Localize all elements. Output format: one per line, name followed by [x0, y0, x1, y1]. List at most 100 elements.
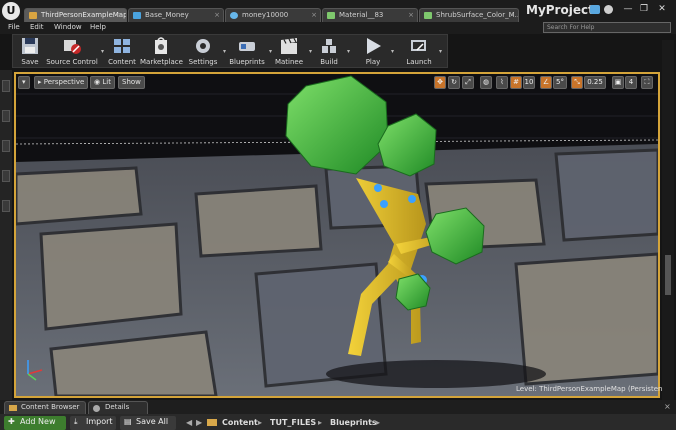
tab-blueprint[interactable]: Base_Money × [128, 8, 224, 22]
breadcrumb-content[interactable]: Content [222, 416, 258, 430]
button-label: Save [21, 58, 39, 66]
chevron-down-icon[interactable]: ▾ [223, 48, 226, 55]
play-icon [367, 38, 381, 54]
back-arrow-icon[interactable]: ◀ [186, 418, 192, 427]
folder-icon [207, 419, 217, 426]
rotation-snap-icon[interactable]: ∠ [540, 76, 552, 89]
mesh-icon [230, 12, 238, 19]
notification-icon[interactable] [590, 5, 600, 14]
grid-snap-value[interactable]: 10 [523, 76, 535, 89]
rotate-tool-icon[interactable]: ↻ [448, 76, 460, 89]
viewport-scene [16, 74, 658, 396]
matinee-button[interactable]: Matinee ▾ [272, 35, 312, 67]
close-icon[interactable]: × [509, 9, 515, 22]
show-button[interactable]: Show [118, 76, 145, 89]
forward-arrow-icon[interactable]: ▶ [196, 418, 202, 427]
chevron-down-icon[interactable]: ▾ [101, 48, 104, 55]
tab-label: ThirdPersonExampleMap [41, 11, 127, 19]
close-window-button[interactable]: ✕ [656, 3, 668, 15]
blueprints-button[interactable]: Blueprints ▾ [228, 35, 272, 67]
panel-tab-icon[interactable] [2, 200, 10, 212]
close-icon[interactable]: × [311, 9, 317, 22]
tab-details[interactable]: Details [88, 401, 148, 414]
panel-tab-icon[interactable] [2, 110, 10, 122]
close-icon[interactable]: × [214, 9, 220, 22]
launch-icon [411, 40, 426, 51]
breadcrumb-blueprints[interactable]: Blueprints [330, 416, 377, 430]
chevron-down-icon[interactable]: ▾ [309, 48, 312, 55]
lit-button[interactable]: ◉ Lit [90, 76, 115, 89]
save-all-button[interactable]: ▤ Save All [120, 416, 176, 430]
rotation-snap-value[interactable]: 5° [553, 76, 567, 89]
close-icon[interactable]: × [117, 9, 123, 22]
chevron-down-icon: ▾ [22, 78, 26, 86]
marketplace-button[interactable]: Marketplace [140, 35, 183, 67]
panel-tab-icon[interactable] [2, 80, 10, 92]
viewport-options-button[interactable]: ▾ [18, 76, 30, 89]
maximize-viewport-icon[interactable]: ⛶ [641, 76, 653, 89]
import-button[interactable]: ⤓ Import [70, 416, 116, 430]
scale-snap-icon[interactable]: ⤡ [571, 76, 583, 89]
tab-content-browser[interactable]: Content Browser [4, 401, 86, 414]
maximize-button[interactable]: ❐ [638, 3, 650, 15]
tab-material-shrub[interactable]: ShrubSurface_Color_M... × [419, 8, 519, 22]
build-button[interactable]: Build ▾ [314, 35, 350, 67]
scale-snap-value[interactable]: 0.25 [584, 76, 606, 89]
chevron-right-icon[interactable]: ▸ [258, 416, 262, 430]
tab-label: ShrubSurface_Color_M... [436, 11, 519, 19]
settings-button[interactable]: Settings ▾ [186, 35, 226, 67]
chevron-right-icon[interactable]: ▸ [318, 416, 322, 430]
grid-snap-icon[interactable]: # [510, 76, 522, 89]
plus-icon: ✚ [8, 417, 15, 426]
button-label: Blueprints [229, 58, 265, 66]
minimize-button[interactable]: — [622, 3, 634, 15]
chevron-down-icon[interactable]: ▾ [391, 48, 394, 55]
add-new-button[interactable]: ✚ Add New [4, 416, 66, 430]
unreal-logo-icon[interactable]: U [2, 2, 20, 20]
material-icon [327, 12, 335, 19]
save-button[interactable]: Save [14, 35, 46, 67]
world-space-icon[interactable]: ◍ [480, 76, 492, 89]
close-icon[interactable]: × [408, 9, 414, 22]
camera-speed-value[interactable]: 4 [625, 76, 637, 89]
add-new-label: Add New [20, 417, 56, 426]
tab-material[interactable]: Material__83 × [322, 8, 418, 22]
menu-window[interactable]: Window [54, 23, 82, 31]
tab-label: money10000 [242, 11, 289, 19]
menu-edit[interactable]: Edit [30, 23, 44, 31]
chevron-right-icon[interactable]: ▸ [376, 416, 380, 430]
perspective-button[interactable]: ▸ Perspective [34, 76, 89, 89]
save-all-label: Save All [136, 417, 169, 426]
details-icon [93, 405, 100, 412]
source-control-button[interactable]: Source Control ▾ [46, 35, 104, 67]
tab-mesh[interactable]: money10000 × [225, 8, 321, 22]
level-viewport[interactable] [14, 72, 660, 398]
chevron-down-icon[interactable]: ▾ [347, 48, 350, 55]
right-scrollbar[interactable] [662, 40, 674, 400]
menu-file[interactable]: File [8, 23, 20, 31]
play-button[interactable]: Play ▾ [358, 35, 394, 67]
tab-map[interactable]: ThirdPersonExampleMap × [24, 8, 127, 22]
move-tool-icon[interactable]: ✥ [434, 76, 446, 89]
feedback-icon[interactable] [604, 5, 613, 14]
tab-label: Base_Money [145, 11, 189, 19]
chevron-down-icon[interactable]: ▾ [439, 48, 442, 55]
map-icon [29, 12, 37, 19]
panel-tab-icon[interactable] [2, 170, 10, 182]
button-label: Build [320, 58, 338, 66]
menu-help[interactable]: Help [90, 23, 106, 31]
scale-tool-icon[interactable]: ⤢ [462, 76, 474, 89]
blueprint-icon [133, 12, 141, 19]
content-button[interactable]: Content [107, 35, 137, 67]
button-label: Content [108, 58, 136, 66]
surface-snap-icon[interactable]: ⌇ [496, 76, 508, 89]
panel-tab-icon[interactable] [2, 140, 10, 152]
launch-button[interactable]: Launch ▾ [402, 35, 442, 67]
scrollbar-thumb[interactable] [665, 255, 671, 295]
button-label: Source Control [46, 58, 98, 66]
breadcrumb-tut-files[interactable]: TUT_FILES [270, 416, 316, 430]
close-panel-icon[interactable]: × [664, 402, 671, 411]
camera-speed-icon[interactable]: ▣ [612, 76, 624, 89]
search-help-input[interactable]: Search For Help [543, 22, 671, 33]
button-label: Marketplace [140, 58, 183, 66]
